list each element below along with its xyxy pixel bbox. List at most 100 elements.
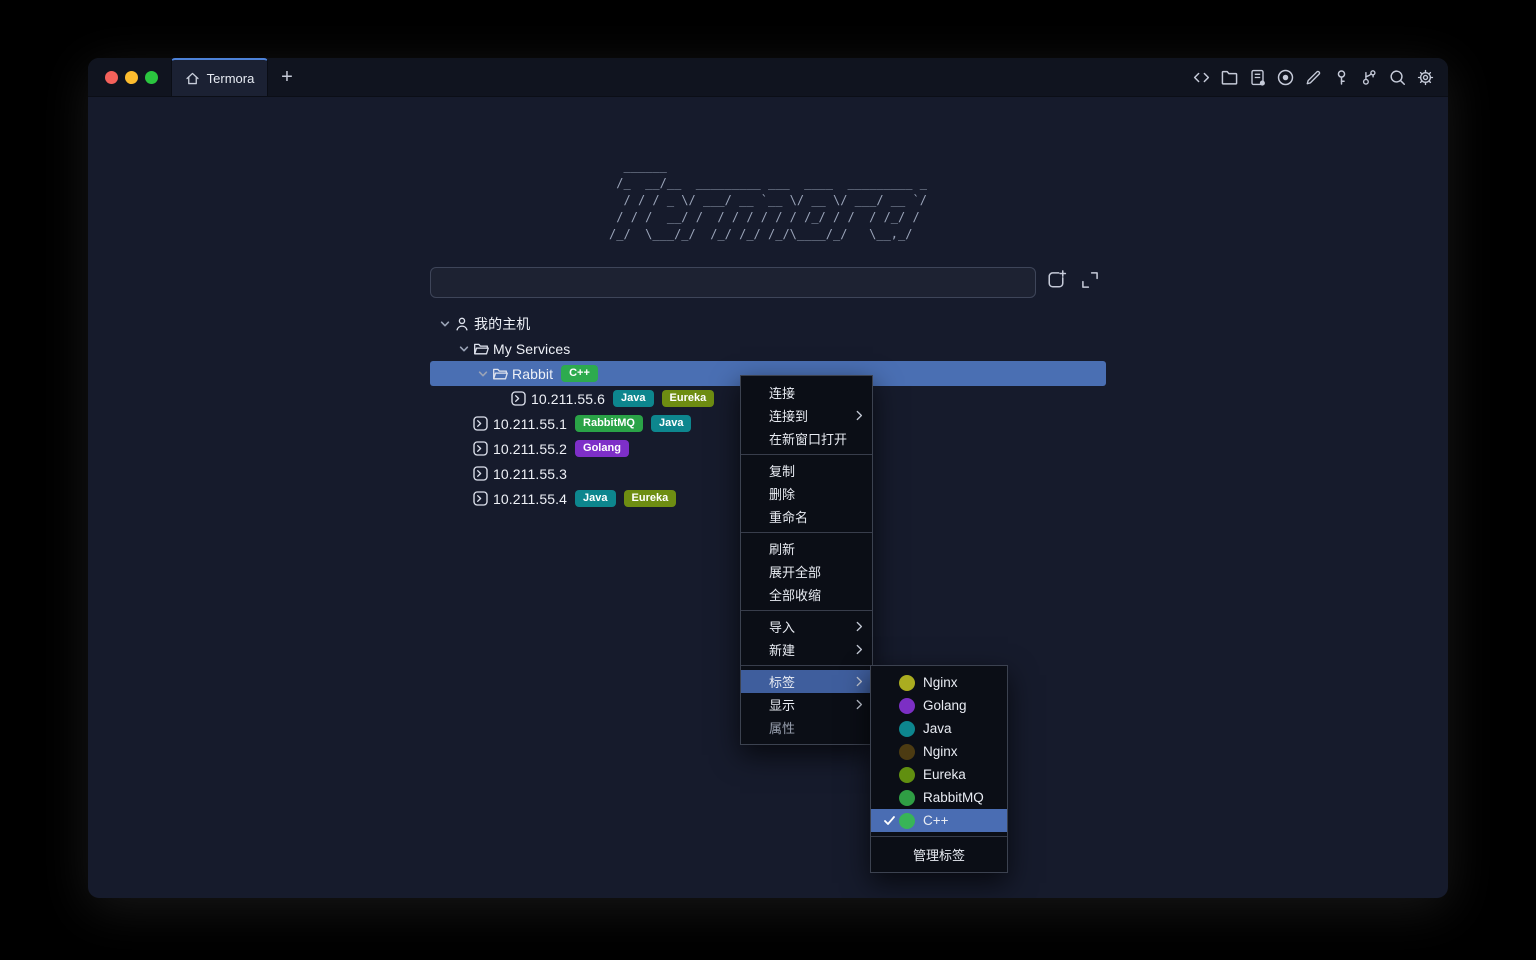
menu-item-tags[interactable]: 标签 (741, 670, 872, 693)
menu-item-copy[interactable]: 复制 (741, 459, 872, 482)
user-icon (454, 316, 471, 332)
menu-item-rename[interactable]: 重命名 (741, 505, 872, 528)
tree-item-item[interactable]: 我的主机 (430, 311, 1106, 336)
tag-color-dot (899, 721, 915, 737)
menu-item-label: 全部收缩 (769, 585, 821, 604)
terminal-icon (473, 466, 490, 481)
tag-option-label: RabbitMQ (923, 790, 984, 805)
zoom-window-button[interactable] (145, 71, 158, 84)
menu-item-new[interactable]: 新建 (741, 638, 872, 661)
edit-icon[interactable] (1303, 67, 1323, 87)
tag-badge: Eureka (662, 390, 715, 407)
tab-bar: Termora + (88, 58, 1448, 97)
tag-color-dot (899, 744, 915, 760)
tab-termora[interactable]: Termora (171, 58, 268, 96)
split-layout-icon (1078, 268, 1102, 297)
tree-item-my-services[interactable]: My Services (430, 336, 1106, 361)
tree-item-label: Rabbit (512, 366, 553, 382)
tag-option-rabbitmq[interactable]: RabbitMQ (871, 786, 1007, 809)
split-layout-button[interactable] (1077, 270, 1102, 295)
submenu-arrow-icon (856, 676, 863, 687)
menu-item-label: 展开全部 (769, 562, 821, 581)
menu-item-show[interactable]: 显示 (741, 693, 872, 716)
add-host-button[interactable] (1043, 270, 1068, 295)
menu-item-label: 在新窗口打开 (769, 429, 847, 448)
menu-item-connect[interactable]: 连接 (741, 381, 872, 404)
tag-option-c[interactable]: C++ (871, 809, 1007, 832)
chevron-down-icon[interactable] (454, 343, 473, 355)
menu-item-delete[interactable]: 删除 (741, 482, 872, 505)
tag-badge: Golang (575, 440, 629, 457)
menu-item-import[interactable]: 导入 (741, 615, 872, 638)
session-log-icon[interactable] (1247, 67, 1267, 87)
menu-item-label: 删除 (769, 484, 795, 503)
tag-option-golang[interactable]: Golang (871, 694, 1007, 717)
menu-item-collapse-all[interactable]: 全部收缩 (741, 583, 872, 606)
tag-color-dot (899, 813, 915, 829)
tag-option-nginx[interactable]: Nginx (871, 740, 1007, 763)
tree-item-label: 10.211.55.6 (531, 391, 605, 407)
tag-badge: C++ (561, 365, 598, 382)
tag-badge: Java (613, 390, 653, 407)
menu-item-refresh[interactable]: 刷新 (741, 537, 872, 560)
code-icon[interactable] (1191, 67, 1211, 87)
manage-tags-button[interactable]: 管理标签 (871, 841, 1007, 867)
toolbar (1191, 58, 1448, 96)
tag-badge: Eureka (624, 490, 677, 507)
submenu-arrow-icon (856, 644, 863, 655)
search-icon[interactable] (1387, 67, 1407, 87)
keychain-icon[interactable] (1359, 67, 1379, 87)
quick-connect-input[interactable] (430, 267, 1036, 298)
tag-option-eureka[interactable]: Eureka (871, 763, 1007, 786)
menu-item-label: 属性 (769, 718, 795, 737)
tag-badge: Java (575, 490, 615, 507)
tag-badge: RabbitMQ (575, 415, 643, 432)
record-icon[interactable] (1275, 67, 1295, 87)
tag-option-label: Eureka (923, 767, 966, 782)
folder-icon[interactable] (1219, 67, 1239, 87)
menu-item-connect-to[interactable]: 连接到 (741, 404, 872, 427)
menu-item-label: 刷新 (769, 539, 795, 558)
window-controls (88, 58, 171, 96)
ascii-logo: ______ /_ __/__ _________ ___ ____ _____… (609, 158, 927, 243)
tag-option-label: Nginx (923, 675, 958, 690)
tag-option-label: Nginx (923, 744, 958, 759)
menu-item-label: 连接 (769, 383, 795, 402)
terminal-icon (473, 491, 490, 506)
folder-open-icon (492, 366, 509, 382)
menu-separator (741, 532, 872, 533)
close-window-button[interactable] (105, 71, 118, 84)
chevron-down-icon[interactable] (435, 318, 454, 330)
submenu-arrow-icon (856, 410, 863, 421)
app-window: Termora + ______ /_ __/__ _________ ___ … (88, 58, 1448, 898)
new-tab-button[interactable]: + (268, 58, 306, 96)
settings-icon[interactable] (1415, 67, 1435, 87)
key-icon[interactable] (1331, 67, 1351, 87)
tag-color-dot (899, 790, 915, 806)
tag-color-dot (899, 767, 915, 783)
tag-option-java[interactable]: Java (871, 717, 1007, 740)
menu-item-open-in-new-window[interactable]: 在新窗口打开 (741, 427, 872, 450)
quick-connect-actions (1043, 270, 1102, 295)
menu-separator (741, 665, 872, 666)
tree-item-label: 10.211.55.4 (493, 491, 567, 507)
tree-item-label: 10.211.55.1 (493, 416, 567, 432)
menu-item-label: 新建 (769, 640, 795, 659)
menu-item-expand-all[interactable]: 展开全部 (741, 560, 872, 583)
menu-item-properties[interactable]: 属性 (741, 716, 872, 739)
context-menu: 连接连接到在新窗口打开复制删除重命名刷新展开全部全部收缩导入新建标签显示属性 (740, 375, 873, 745)
tree-item-label: 10.211.55.3 (493, 466, 567, 482)
minimize-window-button[interactable] (125, 71, 138, 84)
tree-item-label: My Services (493, 341, 570, 357)
check-icon (883, 814, 899, 827)
menu-item-label: 复制 (769, 461, 795, 480)
submenu-arrow-icon (856, 699, 863, 710)
terminal-icon (511, 391, 528, 406)
terminal-icon (473, 441, 490, 456)
folder-open-icon (473, 341, 490, 357)
tag-option-nginx[interactable]: Nginx (871, 671, 1007, 694)
tag-submenu: Nginx GolangJava Nginx Eureka RabbitMQ C++ 管理标… (870, 665, 1008, 873)
chevron-down-icon[interactable] (473, 368, 492, 380)
tree-item-label: 10.211.55.2 (493, 441, 567, 457)
submenu-arrow-icon (856, 621, 863, 632)
